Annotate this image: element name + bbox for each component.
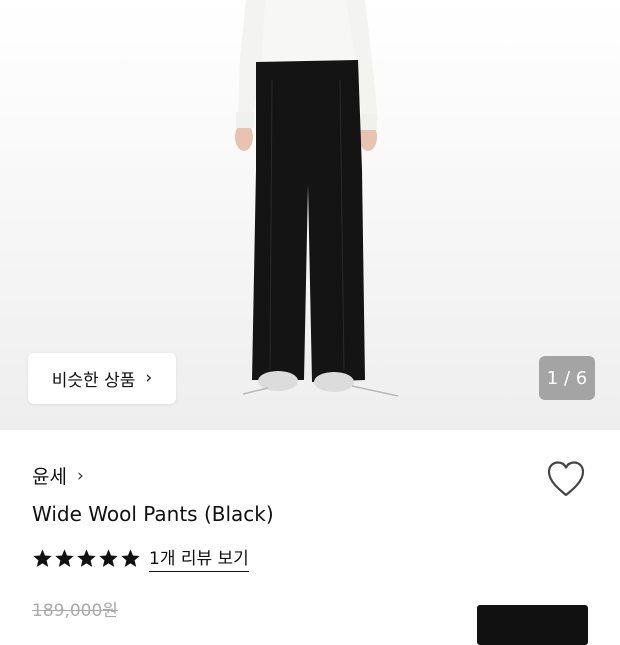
- product-image-carousel[interactable]: 비슷한 상품 › 1 / 6: [0, 0, 620, 430]
- product-info: 윤세 › Wide Wool Pants (Black) 1개 리뷰 보기 18…: [0, 430, 620, 645]
- image-counter: 1 / 6: [539, 356, 595, 400]
- star-filled-icon: [77, 548, 96, 567]
- chevron-right-icon: ›: [76, 465, 84, 486]
- chevron-right-icon: ›: [145, 368, 153, 388]
- star-filled-icon: [33, 548, 52, 567]
- similar-products-label: 비슷한 상품: [51, 371, 136, 391]
- brand-name: 윤세: [32, 466, 67, 488]
- similar-products-button[interactable]: 비슷한 상품 ›: [28, 353, 176, 404]
- star-filled-icon: [99, 548, 118, 567]
- rating-stars: [32, 548, 141, 569]
- brand-link[interactable]: 윤세 ›: [32, 462, 84, 489]
- star-filled-icon: [121, 548, 140, 567]
- star-filled-icon: [55, 548, 74, 567]
- product-title: Wide Wool Pants (Black): [32, 502, 274, 526]
- review-link[interactable]: 1개 리뷰 보기: [149, 544, 249, 572]
- heart-outline-icon[interactable]: [546, 460, 586, 498]
- buy-button[interactable]: [477, 605, 588, 645]
- original-price: 189,000원: [32, 601, 118, 621]
- rating-row: 1개 리뷰 보기: [32, 544, 249, 572]
